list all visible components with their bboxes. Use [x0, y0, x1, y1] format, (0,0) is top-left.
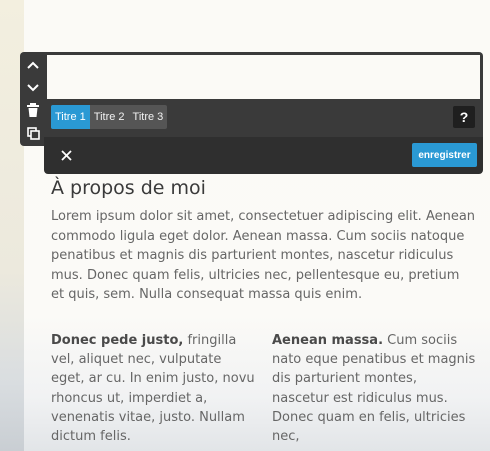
chevron-down-icon	[27, 84, 39, 92]
column-left-lead: Donec pede justo,	[51, 333, 184, 348]
copy-icon	[26, 126, 40, 140]
delete-button[interactable]	[20, 99, 46, 121]
chevron-up-icon	[27, 61, 39, 69]
tab-titre-3[interactable]: Titre 3	[129, 105, 168, 129]
save-button[interactable]: enregistrer	[412, 143, 477, 167]
duplicate-button[interactable]	[20, 122, 46, 144]
block-side-toolbar	[20, 52, 46, 146]
trash-icon	[27, 103, 39, 117]
column-left-body: fringilla vel, aliquet nec, vulputate eg…	[51, 333, 255, 445]
close-icon	[60, 149, 72, 161]
section-title: À propos de moi	[51, 177, 206, 199]
heading-text-field[interactable]	[47, 55, 480, 99]
move-down-button[interactable]	[20, 77, 46, 99]
help-button[interactable]: ?	[453, 106, 475, 128]
move-up-button[interactable]	[20, 54, 46, 76]
column-left-text: Donec pede justo, fringilla vel, aliquet…	[51, 331, 256, 446]
tab-titre-1[interactable]: Titre 1	[51, 105, 90, 129]
intro-paragraph: Lorem ipsum dolor sit amet, consectetuer…	[51, 209, 476, 302]
column-right-lead: Aenean massa.	[272, 333, 384, 348]
column-right-body: Cum sociis nato eque penatibus et magnis…	[272, 333, 476, 445]
column-right-text: Aenean massa. Cum sociis nato eque penat…	[272, 331, 477, 446]
tab-titre-2[interactable]: Titre 2	[90, 105, 129, 129]
close-button[interactable]	[58, 146, 74, 164]
heading-level-tabs: Titre 1 Titre 2 Titre 3	[51, 105, 168, 129]
